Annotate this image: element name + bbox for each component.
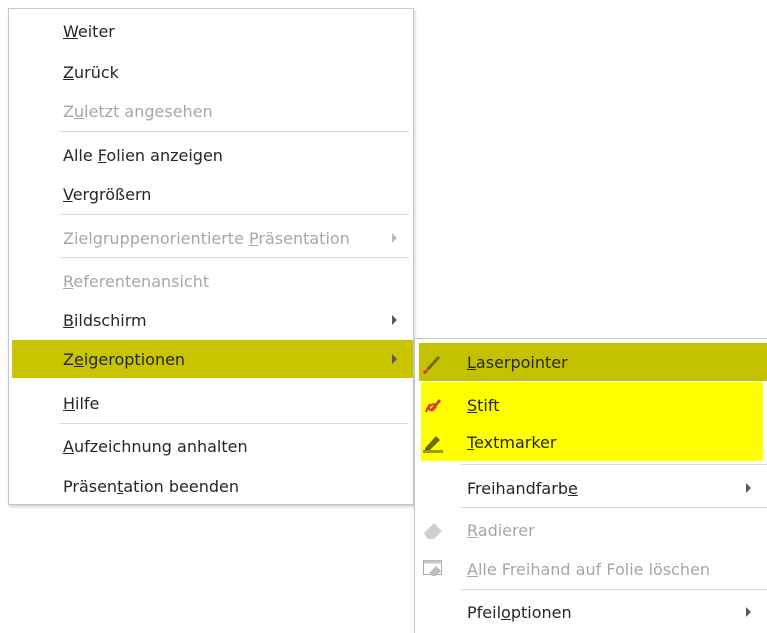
menu-item-label: Präsentation beenden [63, 476, 240, 496]
menu-item-label: Hilfe [63, 393, 100, 413]
menu-separator [461, 589, 767, 590]
menu-item-praesentation-beenden[interactable]: Präsentation beenden [9, 467, 413, 505]
menu-item-zurueck[interactable]: Zurück [9, 53, 413, 91]
menu-item-label: Pfeiloptionen [467, 602, 572, 622]
menu-item-label: Textmarker [467, 432, 557, 452]
highlighter-icon [421, 430, 445, 454]
menu-separator [59, 131, 409, 132]
menu-separator [59, 257, 409, 258]
menu-item-label: Referentenansicht [63, 271, 210, 291]
menu-item-label: Zielgruppenorientierte Präsentation [63, 228, 350, 248]
laser-pointer-pen-icon [421, 350, 445, 374]
pointer-options-submenu: Laserpointer Stift Textmarker Freihandfa… [414, 338, 767, 633]
submenu-arrow-icon [746, 483, 751, 493]
menu-item-label: Aufzeichnung anhalten [63, 436, 248, 456]
menu-item-zielgruppenorientierte-praesentation: Zielgruppenorientierte Präsentation [9, 219, 413, 257]
menu-item-referentenansicht: Referentenansicht [9, 262, 413, 300]
menu-item-zeigeroptionen[interactable]: Zeigeroptionen [12, 340, 413, 378]
menu-item-label: Bildschirm [63, 310, 147, 330]
menu-item-label: Stift [467, 395, 500, 415]
submenu-item-freihandfarbe[interactable]: Freihandfarbe [415, 469, 767, 507]
menu-item-zuletzt-angesehen: Zuletzt angesehen [9, 92, 413, 130]
menu-item-label: Zuletzt angesehen [63, 101, 213, 121]
menu-separator [461, 507, 767, 508]
menu-item-label: Radierer [467, 520, 535, 540]
menu-item-label: Laserpointer [467, 352, 568, 372]
menu-item-label: Zurück [63, 62, 119, 82]
menu-item-bildschirm[interactable]: Bildschirm [9, 301, 413, 339]
menu-item-hilfe[interactable]: Hilfe [9, 384, 413, 422]
submenu-item-radierer: Radierer [415, 511, 767, 549]
menu-item-vergroessern[interactable]: Vergrößern [9, 175, 413, 213]
menu-item-weiter[interactable]: Weiter [9, 12, 413, 50]
submenu-item-stift[interactable]: Stift [415, 386, 767, 424]
submenu-arrow-icon [392, 233, 397, 243]
menu-item-label: Freihandfarbe [467, 478, 578, 498]
menu-separator [59, 214, 409, 215]
menu-item-label: Vergrößern [63, 184, 152, 204]
submenu-item-pfeiloptionen[interactable]: Pfeiloptionen [415, 593, 767, 631]
menu-separator [59, 423, 409, 424]
menu-separator [461, 464, 767, 465]
menu-item-label: Alle Folien anzeigen [63, 145, 223, 165]
menu-item-label: Weiter [63, 21, 115, 41]
erase-all-ink-icon [421, 557, 445, 581]
menu-item-label: Zeigeroptionen [63, 349, 186, 369]
submenu-item-alle-freihand-loeschen: Alle Freihand auf Folie löschen [415, 550, 767, 588]
submenu-arrow-icon [392, 315, 397, 325]
eraser-icon [421, 518, 445, 542]
menu-item-aufzeichnung-anhalten[interactable]: Aufzeichnung anhalten [9, 427, 413, 465]
submenu-item-textmarker[interactable]: Textmarker [415, 423, 767, 461]
submenu-arrow-icon [392, 354, 397, 364]
submenu-item-laserpointer[interactable]: Laserpointer [419, 343, 767, 381]
menu-item-label: Alle Freihand auf Folie löschen [467, 559, 711, 579]
context-menu: Weiter Zurück Zuletzt angesehen Alle Fol… [8, 8, 414, 505]
submenu-arrow-icon [746, 607, 751, 617]
pen-icon [421, 393, 445, 417]
menu-item-alle-folien-anzeigen[interactable]: Alle Folien anzeigen [9, 136, 413, 174]
